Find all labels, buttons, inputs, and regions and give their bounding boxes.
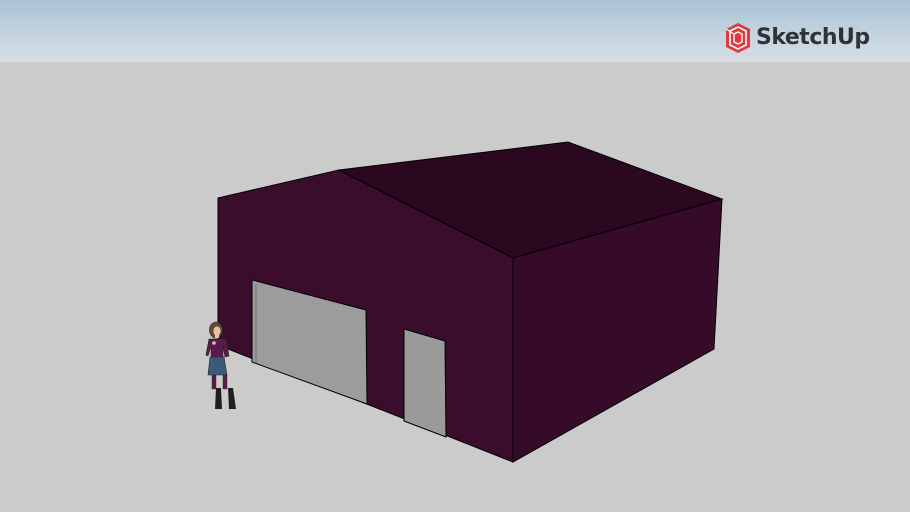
- figure-hand: [229, 360, 233, 364]
- sketchup-logo-icon: [725, 23, 750, 53]
- figure-leg: [222, 374, 228, 390]
- model-scene[interactable]: [0, 0, 910, 512]
- figure-skirt: [207, 356, 228, 376]
- model-viewport[interactable]: SketchUp: [0, 0, 910, 512]
- figure-boot: [228, 388, 236, 409]
- figure-top: [205, 338, 230, 359]
- sketchup-logo: SketchUp: [724, 21, 870, 55]
- figure-hand: [212, 341, 216, 345]
- figure-neck: [215, 335, 219, 338]
- sketchup-logo-text: SketchUp: [756, 25, 870, 50]
- figure-face: [212, 325, 222, 337]
- figure-leg: [211, 374, 217, 390]
- figure-boot: [215, 388, 222, 409]
- entry-door[interactable]: [403, 328, 447, 438]
